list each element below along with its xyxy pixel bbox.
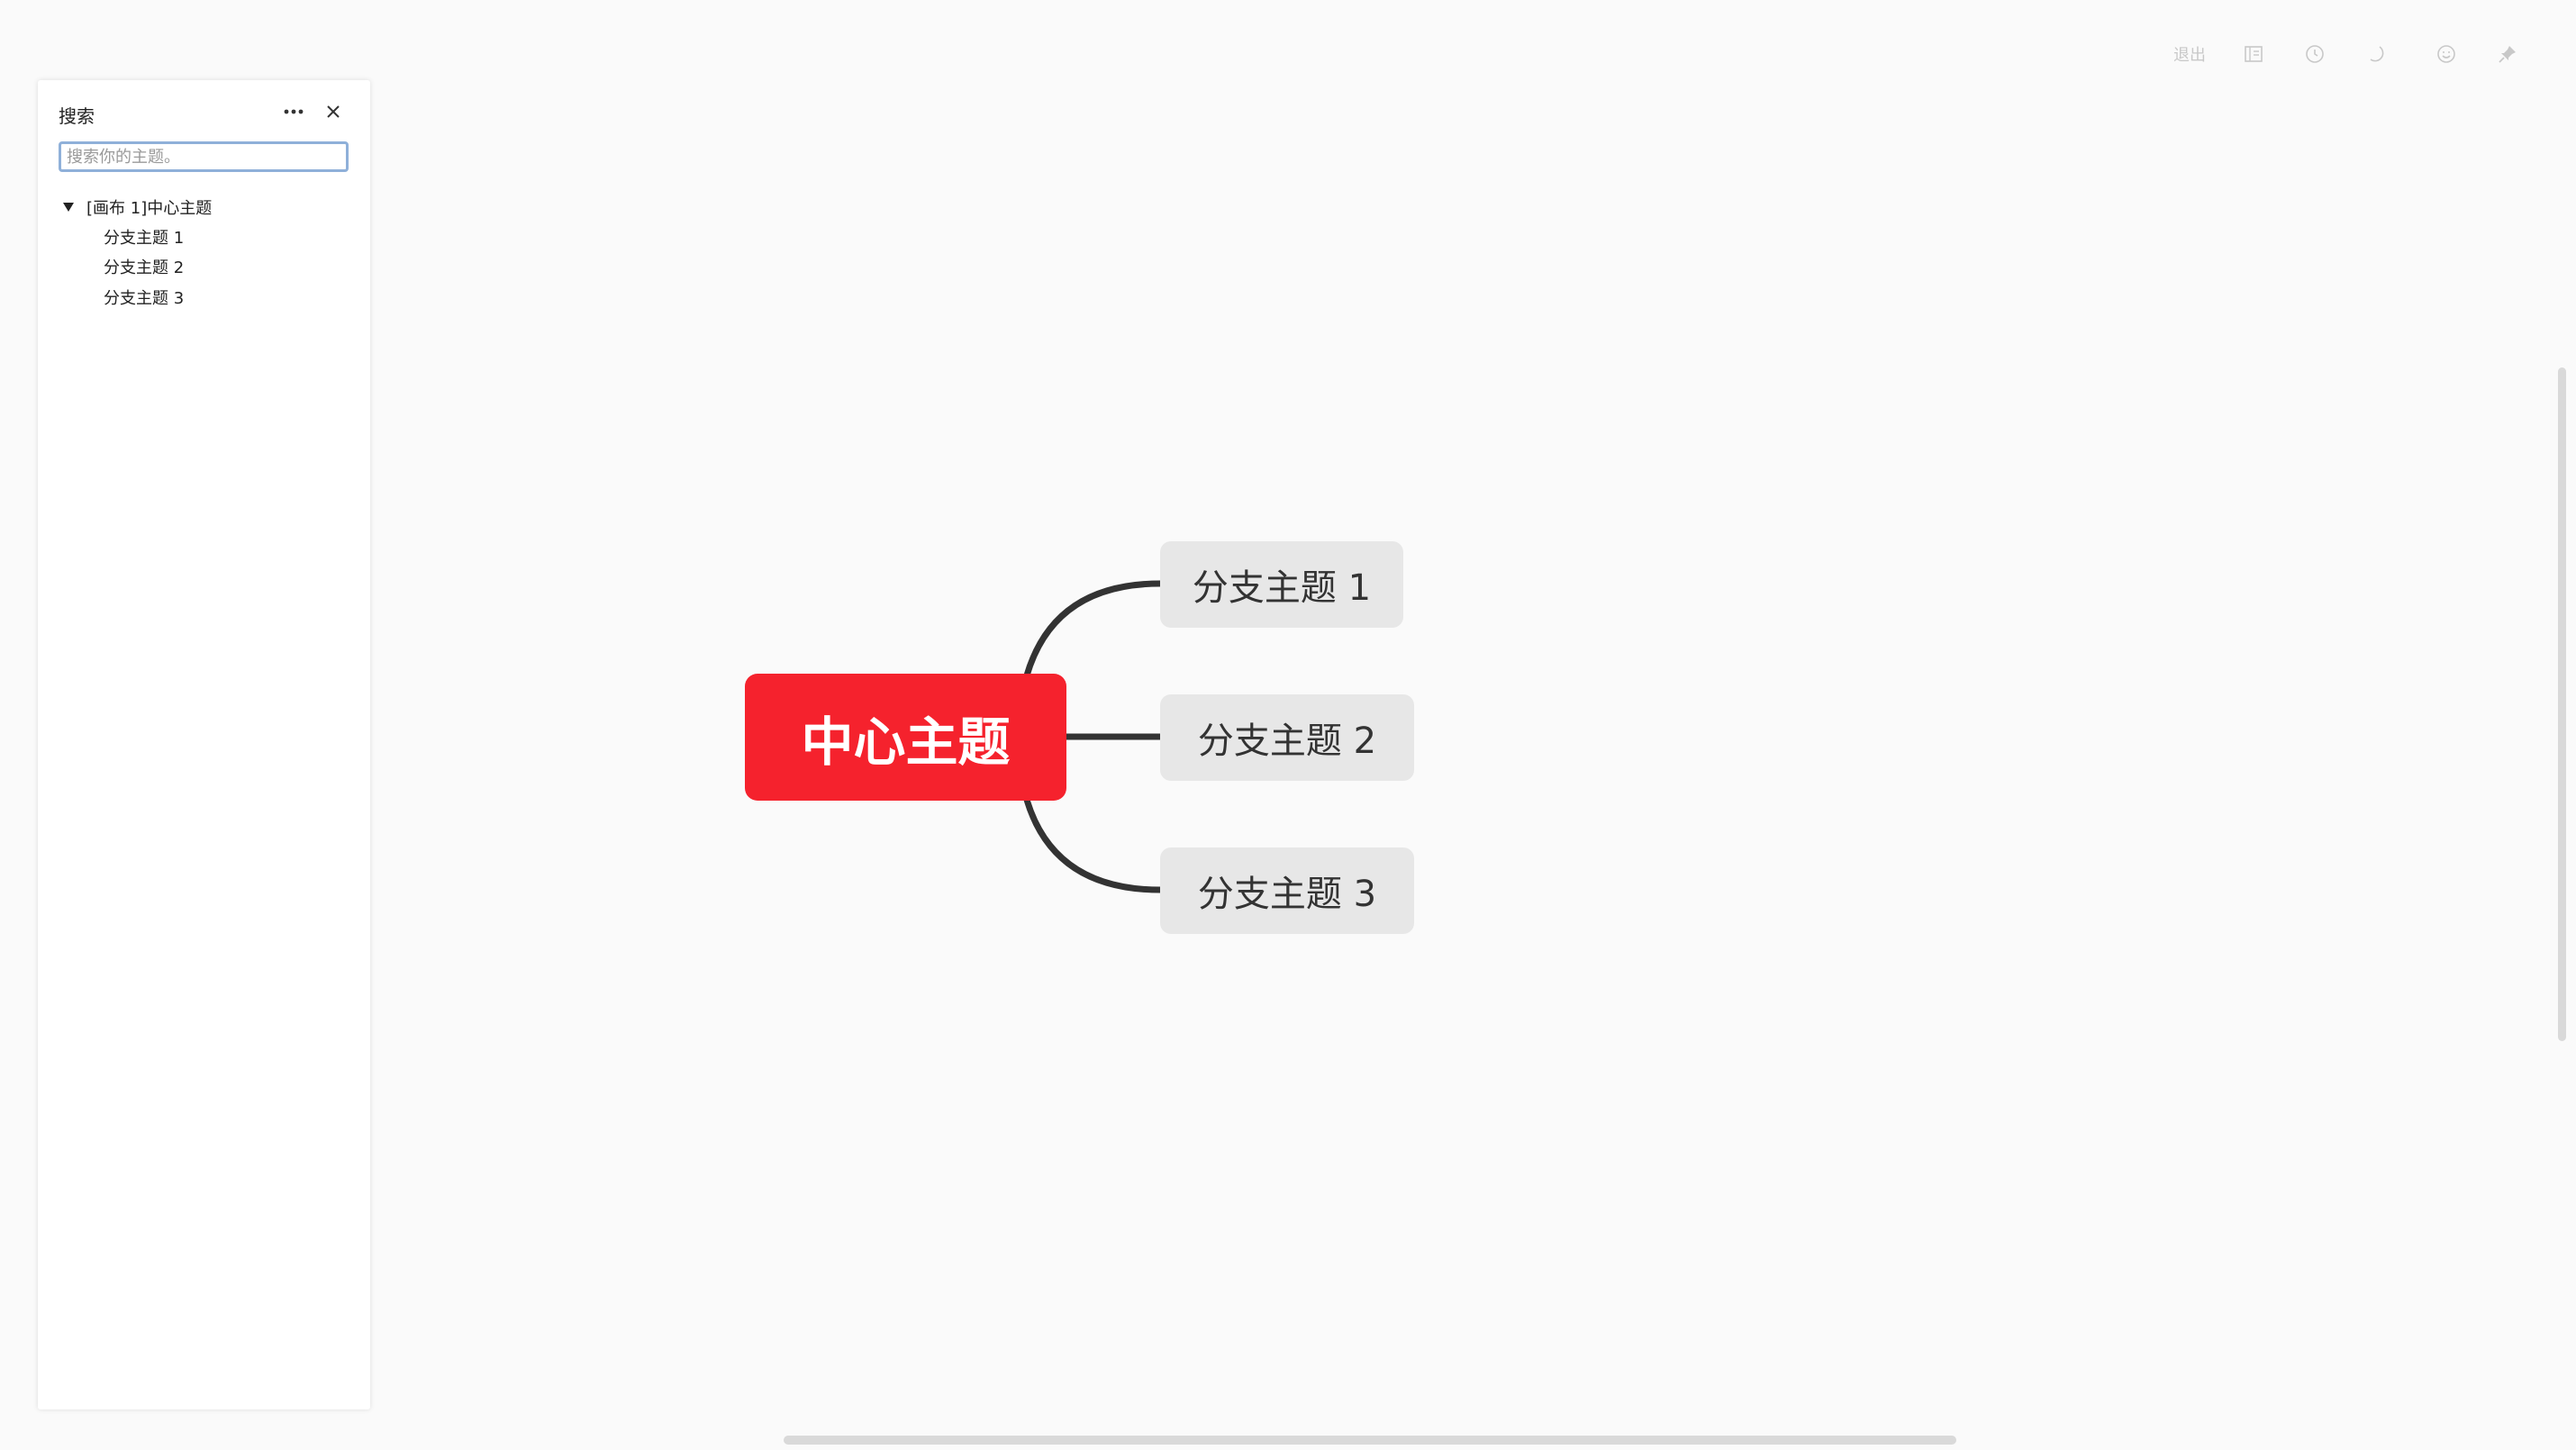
tree-item-child[interactable]: 分支主题 1 bbox=[104, 225, 184, 249]
horizontal-scrollbar[interactable] bbox=[784, 1436, 1956, 1445]
triangle-down-icon[interactable] bbox=[61, 200, 76, 214]
subtopic-3[interactable]: 分支主题 3 bbox=[1160, 847, 1414, 934]
subtopic-label: 分支主题 2 bbox=[1197, 720, 1377, 762]
tree-item-label: [画布 1]中心主题 bbox=[86, 199, 213, 218]
tree-item-root[interactable]: [画布 1]中心主题 bbox=[61, 195, 212, 219]
subtopic-label: 分支主题 3 bbox=[1197, 874, 1377, 915]
subtopic-2[interactable]: 分支主题 2 bbox=[1160, 694, 1414, 781]
tree-item-label: 分支主题 3 bbox=[104, 289, 185, 308]
central-topic-label: 中心主题 bbox=[801, 711, 1011, 773]
search-input[interactable] bbox=[59, 141, 349, 172]
more-options-button[interactable] bbox=[280, 98, 307, 125]
subtopic-1[interactable]: 分支主题 1 bbox=[1160, 541, 1403, 628]
search-panel: 搜索 [画布 1]中心主题 分支主题 1 分支主题 2 分支主题 3 bbox=[38, 80, 370, 1409]
tree-item-child[interactable]: 分支主题 2 bbox=[104, 255, 184, 278]
close-icon bbox=[327, 105, 340, 118]
panel-title: 搜索 bbox=[59, 105, 95, 127]
close-panel-button[interactable] bbox=[320, 98, 347, 125]
connector-branch-3 bbox=[1023, 798, 1161, 893]
tree-item-child[interactable]: 分支主题 3 bbox=[104, 285, 184, 309]
connector-branch-1 bbox=[1023, 580, 1161, 676]
central-topic[interactable]: 中心主题 bbox=[745, 674, 1066, 801]
tree-item-label: 分支主题 1 bbox=[104, 229, 185, 248]
more-dots-icon bbox=[284, 109, 304, 114]
subtopic-label: 分支主题 1 bbox=[1192, 567, 1372, 609]
tree-item-label: 分支主题 2 bbox=[104, 258, 185, 277]
vertical-scrollbar[interactable] bbox=[2558, 367, 2566, 1041]
mindmap-canvas[interactable]: 中心主题 分支主题 1 分支主题 2 分支主题 3 bbox=[0, 0, 2576, 1450]
